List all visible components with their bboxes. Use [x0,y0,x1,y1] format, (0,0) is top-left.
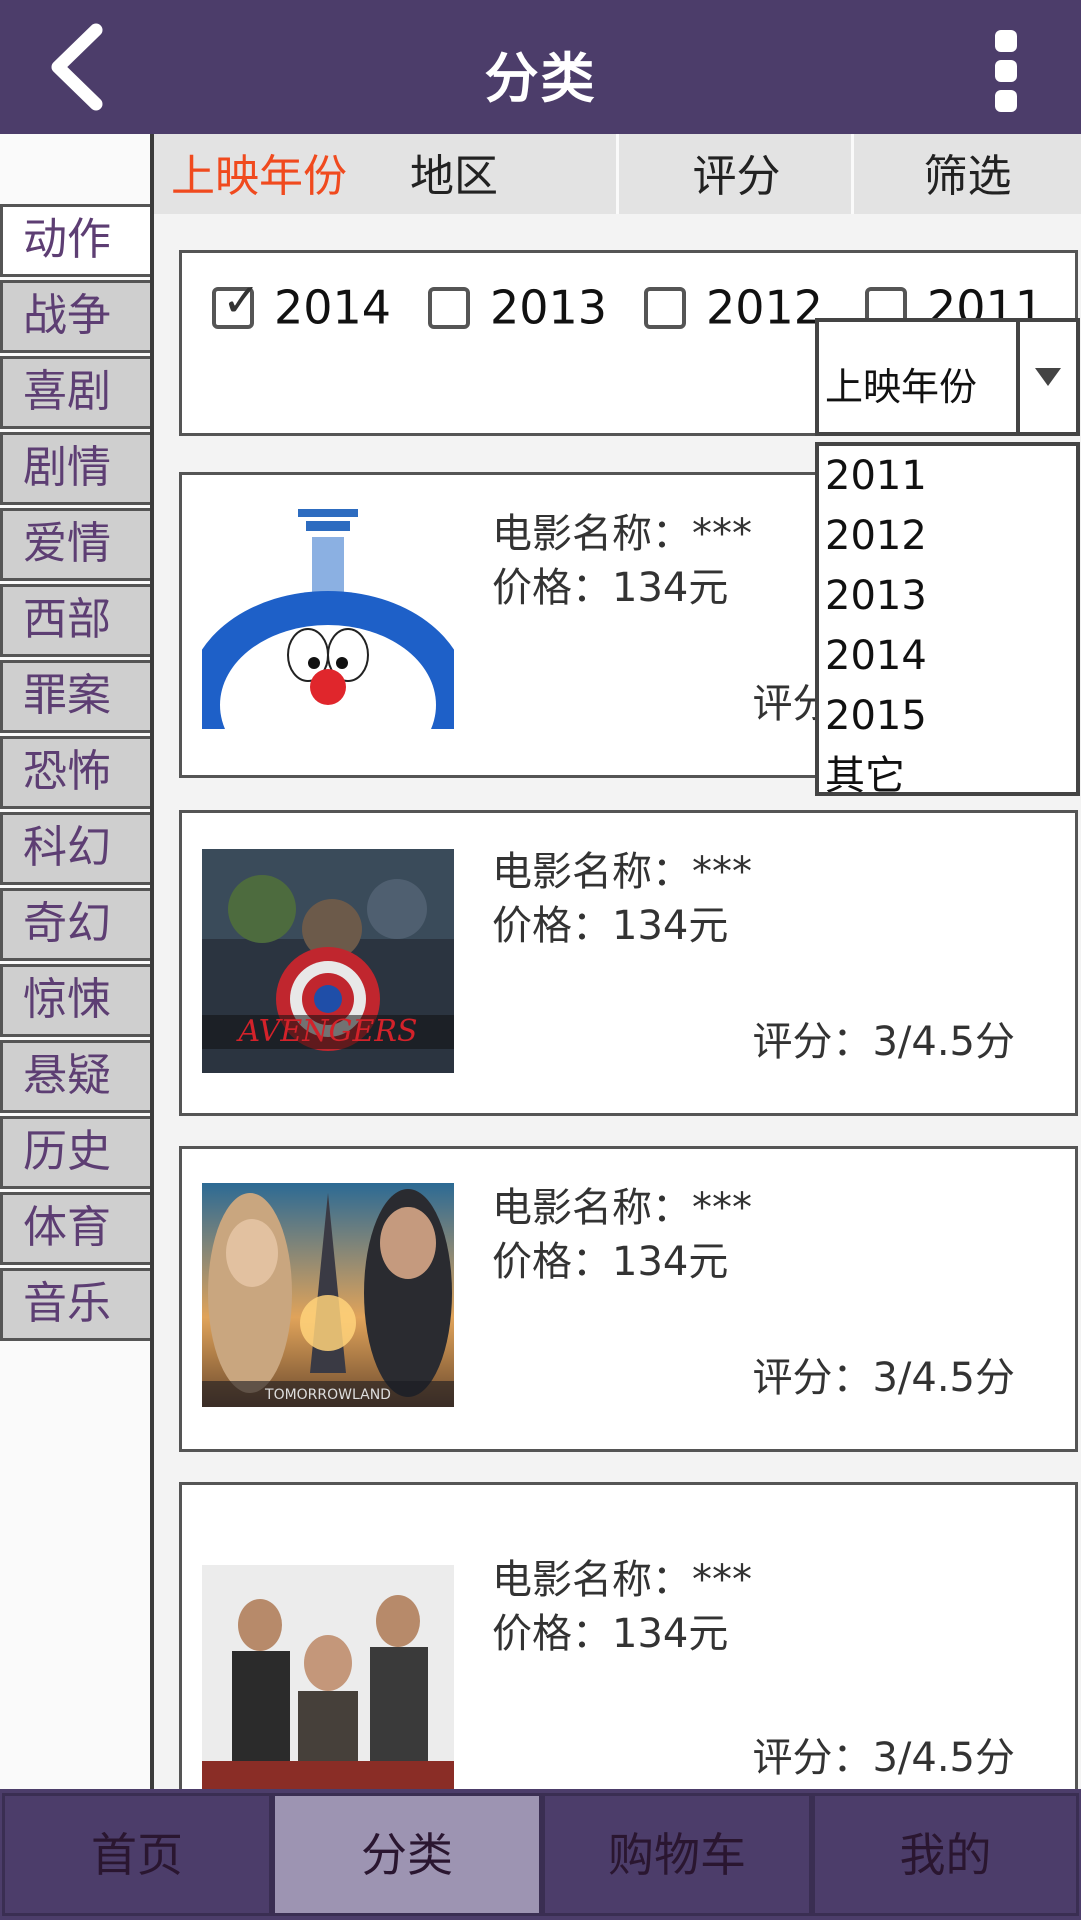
sidebar-item-category[interactable]: 惊悚 [0,964,150,1037]
dropdown-option[interactable]: 其它 [819,746,1076,792]
checkbox[interactable] [644,286,686,329]
movie-name: 电影名称：*** [492,849,752,895]
sidebar-item-category[interactable]: 剧情 [0,432,150,505]
movie-price: 价格：134元 [492,1239,729,1285]
sidebar-item-category[interactable]: 爱情 [0,508,150,581]
movie-card[interactable]: 电影名称：*** 价格：134元 评分：3/4.5分 [179,1482,1078,1789]
select-value: 上映年份 [825,365,978,409]
tab-filter[interactable]: 筛选 [854,134,1081,214]
tab-release-year[interactable]: 上映年份 [154,134,364,214]
dropdown-options: 2011 2012 2013 2014 2015 其它 [815,442,1080,796]
more-menu-button[interactable] [991,24,1021,114]
sidebar-item-category[interactable]: 罪案 [0,660,150,733]
movie-card[interactable]: AVENGERS 电影名称：*** 价格：134元 评分：3/4.5分 [179,810,1078,1116]
svg-text:TOMORROWLAND: TOMORROWLAND [264,1387,391,1403]
nav-profile[interactable]: 我的 [812,1793,1079,1916]
dropdown-arrow-icon[interactable] [1016,322,1076,432]
sidebar-item-category[interactable]: 历史 [0,1116,150,1189]
year-option[interactable]: 2013 [428,277,607,337]
sidebar-item-category[interactable]: 动作 [0,204,150,277]
sidebar-item-category[interactable]: 战争 [0,280,150,353]
tomorrowland-poster: TOMORROWLAND [202,1183,454,1407]
movie-info: 电影名称：*** 价格：134元 [492,507,752,615]
movie-info: 电影名称：*** 价格：134元 [492,1553,752,1661]
movie-price: 价格：134元 [492,1611,729,1657]
sidebar-item-category[interactable]: 科幻 [0,812,150,885]
bottom-navigation: 首页 分类 购物车 我的 [0,1789,1081,1920]
dropdown-option[interactable]: 2013 [819,566,1076,626]
sidebar-item-category[interactable]: 西部 [0,584,150,657]
movie-name: 电影名称：*** [492,1557,752,1603]
movie-rating: 评分：3/4.5分 [752,1355,1015,1401]
doraemon-poster [202,505,454,729]
movie-rating: 评分：3/4.5分 [752,1735,1015,1781]
year-option[interactable]: 2012 [644,277,823,337]
sidebar-item-category[interactable]: 奇幻 [0,888,150,961]
year-option[interactable]: ✓ 2014 [212,277,391,337]
movie-info: 电影名称：*** 价格：134元 [492,1181,752,1289]
nav-cart[interactable]: 购物车 [542,1793,812,1916]
movie-price: 价格：134元 [492,565,729,611]
checkbox-checked[interactable]: ✓ [212,277,261,329]
header-bar: 分类 [0,0,1081,134]
nav-category[interactable]: 分类 [272,1793,542,1916]
action-movie-poster [202,1565,454,1789]
page-title: 分类 [484,47,597,110]
filter-tabs: 上映年份 地区 评分 筛选 [154,134,1081,214]
sidebar-item-category[interactable]: 悬疑 [0,1040,150,1113]
svg-text:AVENGERS: AVENGERS [236,1014,418,1049]
nav-home[interactable]: 首页 [2,1793,272,1916]
sidebar-item-category[interactable]: 体育 [0,1192,150,1265]
check-icon: ✓ [222,272,261,327]
tab-region[interactable]: 地区 [364,134,544,214]
avengers-poster: AVENGERS [202,849,454,1073]
dropdown-option[interactable]: 2014 [819,626,1076,686]
checkbox[interactable] [428,286,470,329]
movie-rating: 评分：3/4.5分 [752,1019,1015,1065]
sidebar-item-category[interactable]: 音乐 [0,1268,150,1341]
movie-name: 电影名称：*** [492,511,752,557]
movie-info: 电影名称：*** 价格：134元 [492,845,752,953]
sidebar-item-category[interactable]: 恐怖 [0,736,150,809]
dropdown-option[interactable]: 2012 [819,506,1076,566]
movie-card[interactable]: TOMORROWLAND 电影名称：*** 价格：134元 评分：3/4.5分 [179,1146,1078,1452]
category-sidebar: 动作 战争 喜剧 剧情 爱情 西部 罪案 恐怖 科幻 奇幻 惊悚 悬疑 历史 体… [0,134,154,1789]
tab-rating[interactable]: 评分 [619,134,854,214]
movie-price: 价格：134元 [492,903,729,949]
release-year-select[interactable]: 上映年份 [815,318,1080,436]
sidebar-item-category[interactable]: 喜剧 [0,356,150,429]
more-dots-icon [995,30,1017,52]
movie-name: 电影名称：*** [492,1185,752,1231]
dropdown-option[interactable]: 2015 [819,686,1076,746]
dropdown-option[interactable]: 2011 [819,446,1076,506]
